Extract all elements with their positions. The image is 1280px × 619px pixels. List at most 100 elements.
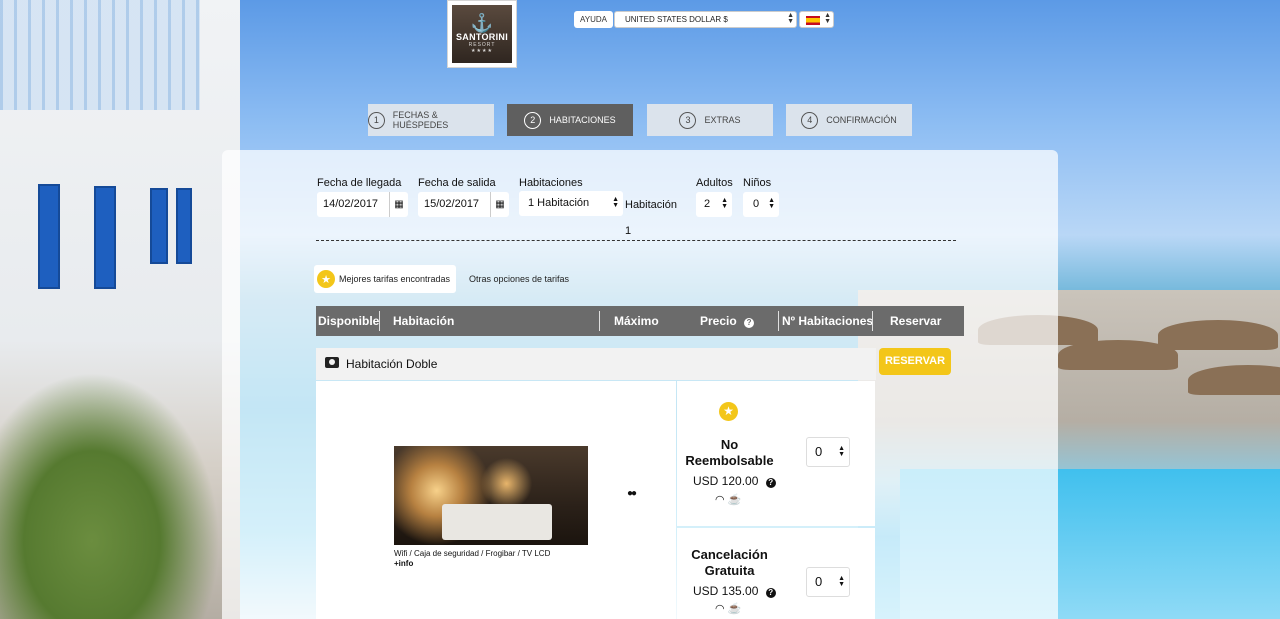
tab-other-rates[interactable]: Otras opciones de tarifas: [469, 265, 569, 293]
background-shutter: [176, 188, 192, 264]
arrival-date-input[interactable]: 14/02/2017 ▦: [317, 192, 408, 217]
currency-value: UNITED STATES DOLLAR $: [625, 15, 728, 24]
rate-quantity: 0: [815, 444, 823, 459]
stepper-arrows-icon: ▲ ▼: [721, 197, 728, 210]
hotel-logo[interactable]: ⚓ SANTORINI RESORT ★★★★: [447, 0, 517, 68]
step-label: FECHAS & HUÉSPEDES: [392, 110, 449, 130]
step-label: CONFIRMACIÓN: [826, 115, 897, 125]
background-plant: [0, 359, 230, 619]
children-stepper[interactable]: 0 ▲ ▼: [743, 192, 779, 217]
rate-price: USD 135.00: [693, 584, 759, 598]
anchor-icon: ⚓: [470, 13, 494, 33]
star-icon: ★: [317, 270, 335, 288]
step-number: 2: [524, 111, 542, 129]
rate-non-refundable: No Reembolsable USD 120.00 ? ◠ ☕ 0 ▲ ▼: [677, 381, 875, 526]
step-number: 1: [368, 111, 385, 129]
more-info-link[interactable]: +info: [394, 559, 413, 568]
col-available: Disponible: [318, 314, 380, 328]
col-separator: [379, 311, 380, 331]
select-arrows-icon: ▲ ▼: [787, 12, 794, 25]
col-separator: [778, 311, 779, 331]
adults-label: Adultos: [696, 177, 733, 189]
select-arrows-icon: ▲ ▼: [838, 575, 845, 588]
rate-quantity-select[interactable]: 0 ▲ ▼: [806, 567, 850, 597]
children-label: Niños: [743, 177, 772, 189]
room-photo[interactable]: [394, 446, 588, 545]
step-label: HABITACIONES: [549, 115, 616, 125]
room-row-number: 1: [625, 225, 632, 237]
rate-price: USD 120.00: [693, 474, 759, 488]
col-num-rooms: Nº Habitaciones: [782, 314, 874, 328]
tab-label: Mejores tarifas encontradas: [339, 274, 451, 284]
col-max: Máximo: [614, 314, 659, 328]
room-header: Habitación Doble: [316, 348, 876, 380]
logo-name: SANTORINI: [455, 32, 509, 42]
col-room: Habitación: [393, 314, 455, 328]
background-shutter: [150, 188, 168, 264]
wifi-icon: ◠: [715, 494, 725, 506]
col-price: Precio ?: [700, 306, 755, 336]
rooms-table-header: Disponible Habitación Máximo Precio ? Nº…: [316, 306, 964, 336]
help-icon[interactable]: ?: [744, 318, 755, 328]
departure-date-value: 15/02/2017: [424, 198, 480, 210]
rate-price-row: USD 120.00 ?: [693, 474, 776, 488]
breakfast-icon: ☕: [727, 603, 742, 615]
reserve-button[interactable]: RESERVAR: [879, 348, 951, 375]
room-name: Habitación Doble: [346, 357, 438, 371]
rate-quantity-select[interactable]: 0 ▲ ▼: [806, 437, 850, 467]
rate-quantity: 0: [815, 574, 823, 589]
camera-icon[interactable]: [325, 357, 339, 368]
rooms-label: Habitaciones: [519, 177, 583, 189]
col-price-label: Precio: [700, 314, 737, 328]
divider: [316, 240, 956, 241]
people-icon: ●●: [627, 488, 637, 499]
background-balcony: [0, 0, 200, 110]
background-shutter: [38, 184, 60, 289]
breakfast-icon: ☕: [727, 494, 742, 506]
room-amenities: Wifi / Caja de seguridad / Frogibar / TV…: [394, 549, 551, 558]
arrival-date-label: Fecha de llegada: [317, 177, 402, 189]
help-button[interactable]: AYUDA: [574, 11, 613, 28]
rooms-select[interactable]: 1 Habitación ▲ ▼: [519, 191, 623, 216]
rate-title: Cancelación Gratuita: [691, 547, 768, 578]
calendar-icon[interactable]: ▦: [389, 192, 408, 217]
col-separator: [872, 311, 873, 331]
step-extras[interactable]: 3 EXTRAS: [647, 104, 773, 136]
rooms-value: 1 Habitación: [528, 197, 590, 209]
spain-flag-icon: [806, 16, 820, 25]
rate-title: No Reembolsable: [685, 437, 774, 468]
step-number: 3: [679, 111, 697, 129]
tab-best-rates[interactable]: ★ Mejores tarifas encontradas: [314, 265, 457, 293]
arrival-date-value: 14/02/2017: [323, 198, 379, 210]
col-book: Reservar: [890, 314, 942, 328]
select-arrows-icon: ▲ ▼: [612, 196, 619, 209]
room-photo-bed: [442, 504, 552, 540]
step-number: 4: [801, 111, 819, 129]
background-shutter: [94, 186, 116, 289]
children-value: 0: [753, 198, 760, 210]
help-icon[interactable]: ?: [765, 478, 776, 488]
col-separator: [599, 311, 600, 331]
background-umbrella: [1158, 320, 1278, 350]
step-rooms[interactable]: 2 HABITACIONES: [507, 104, 633, 136]
stepper-arrows-icon: ▲ ▼: [768, 197, 775, 210]
rate-amenity-icons: ◠ ☕: [715, 493, 741, 506]
help-icon[interactable]: ?: [765, 588, 776, 598]
calendar-icon[interactable]: ▦: [490, 192, 509, 217]
step-confirmation[interactable]: 4 CONFIRMACIÓN: [786, 104, 912, 136]
adults-stepper[interactable]: 2 ▲ ▼: [696, 192, 732, 217]
background-umbrella: [1188, 365, 1280, 395]
background-building: [0, 0, 240, 619]
rate-amenity-icons: ◠ ☕: [715, 602, 741, 615]
departure-date-label: Fecha de salida: [418, 177, 496, 189]
room-row-label: Habitación: [625, 199, 677, 211]
step-label: EXTRAS: [704, 115, 741, 125]
rate-price-row: USD 135.00 ?: [693, 584, 776, 598]
tab-label: Otras opciones de tarifas: [469, 274, 570, 284]
currency-select[interactable]: UNITED STATES DOLLAR $ ▲ ▼: [614, 11, 797, 28]
adults-value: 2: [704, 198, 711, 210]
departure-date-input[interactable]: 15/02/2017 ▦: [418, 192, 509, 217]
language-select[interactable]: ▲ ▼: [799, 11, 834, 28]
best-rate-star-icon: ★: [719, 402, 738, 421]
step-dates-guests[interactable]: 1 FECHAS & HUÉSPEDES: [368, 104, 494, 136]
